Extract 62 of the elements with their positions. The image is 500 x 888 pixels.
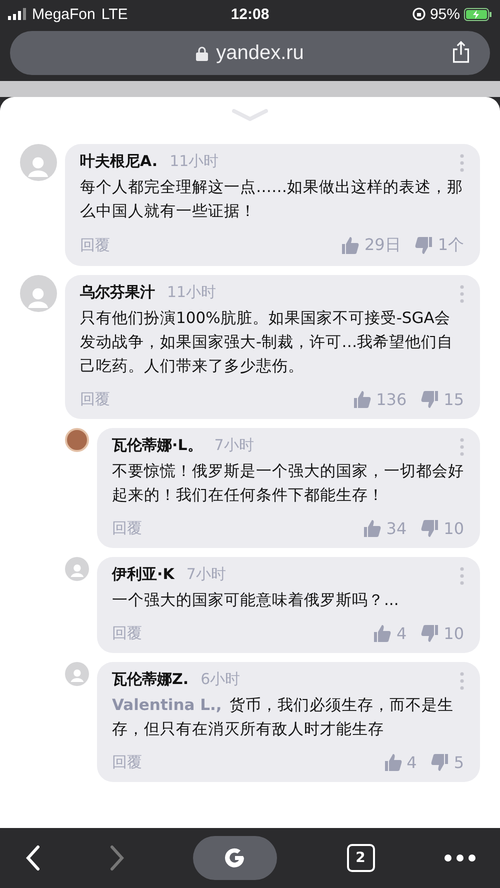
chevron-down-icon[interactable] <box>232 109 268 121</box>
comment-text: 每个人都完全理解这一点……如果做出这样的表述，那么中国人就有一些证据！ <box>80 177 464 222</box>
dislike-button[interactable]: 1个 <box>414 235 464 256</box>
comment-time: 6小时 <box>200 670 240 689</box>
comment-text: Valentina L., 货币，我们必须生存，而不是生存，但只有在消灭所有敌人时才能生存 <box>112 695 455 740</box>
like-button[interactable]: 136 <box>353 390 407 409</box>
address-bar[interactable]: yandex.ru <box>10 31 490 75</box>
clock-time: 12:08 <box>230 6 270 22</box>
person-silhouette-icon <box>27 286 50 308</box>
rotation-lock-icon <box>412 7 426 21</box>
carrier-name: MegaFon <box>32 6 96 22</box>
more-icon[interactable] <box>444 854 476 862</box>
battery-icon <box>464 8 492 20</box>
tabs-button[interactable]: 2 <box>346 844 374 872</box>
thumbs-up-icon <box>363 519 382 538</box>
network-type: LTE <box>101 6 128 22</box>
reply-link[interactable]: 回覆 <box>112 753 142 772</box>
person-silhouette-icon <box>70 562 84 577</box>
author-name[interactable]: 瓦伦蒂娜·L。 <box>112 436 202 455</box>
like-button[interactable]: 34 <box>363 519 407 538</box>
author-name[interactable]: 伊利亚·K <box>112 565 174 584</box>
dislike-button[interactable]: 5 <box>430 753 464 772</box>
comment-time: 11小时 <box>170 152 219 171</box>
thumbs-down-icon <box>430 753 449 772</box>
person-silhouette-icon <box>27 154 50 177</box>
dislike-button[interactable]: 10 <box>420 519 464 538</box>
thumbs-down-icon <box>420 519 439 538</box>
dislike-button[interactable]: 10 <box>420 624 464 643</box>
reply-link[interactable]: 回覆 <box>112 519 142 538</box>
thumbs-up-icon <box>341 236 360 255</box>
thumbs-down-icon <box>420 390 439 409</box>
comment-text: 一个强大的国家可能意味着俄罗斯吗？... <box>112 590 400 611</box>
author-name[interactable]: 叶夫根尼A. <box>80 152 158 171</box>
like-button[interactable]: 4 <box>373 624 407 643</box>
like-button[interactable]: 29日 <box>341 235 401 256</box>
thumbs-down-icon <box>420 624 439 643</box>
battery-percent: 95% <box>430 6 460 22</box>
search-button[interactable] <box>193 836 277 880</box>
thumbs-up-icon <box>353 390 372 409</box>
back-icon[interactable] <box>26 845 40 871</box>
comment-time: 7小时 <box>186 565 226 584</box>
signal-icon <box>8 8 26 20</box>
reply-link[interactable]: 回覆 <box>112 624 142 643</box>
thumbs-up-icon <box>373 624 392 643</box>
like-button[interactable]: 4 <box>384 753 417 772</box>
g-logo-icon <box>223 846 247 870</box>
author-name[interactable]: 瓦伦蒂娜Z. <box>112 670 189 689</box>
mention-link[interactable]: Valentina L., <box>112 696 222 714</box>
comment-time: 7小时 <box>214 436 254 455</box>
person-silhouette-icon <box>70 668 84 682</box>
reply-link[interactable]: 回覆 <box>80 236 110 255</box>
avatar-photo <box>65 428 89 452</box>
thumbs-down-icon <box>414 236 433 255</box>
author-name[interactable]: 乌尔芬果汁 <box>80 283 155 302</box>
dislike-button[interactable]: 15 <box>420 390 464 409</box>
comment-time: 11小时 <box>167 283 216 302</box>
thumbs-up-icon <box>384 753 402 772</box>
comment-text: 不要惊慌！俄罗斯是一个强大的国家，一切都会好起来的！我们在任何条件下都能生存！ <box>112 461 464 506</box>
share-icon[interactable] <box>452 41 470 63</box>
lock-icon <box>196 46 208 60</box>
comment-text: 只有他们扮演100%肮脏。如果国家不可接受-SGA会发动战争，如果国家强大-制裁，许可…我希望他们自己吃药。人们带来了多少悲伤。 <box>80 308 454 377</box>
reply-link[interactable]: 回覆 <box>80 390 110 409</box>
